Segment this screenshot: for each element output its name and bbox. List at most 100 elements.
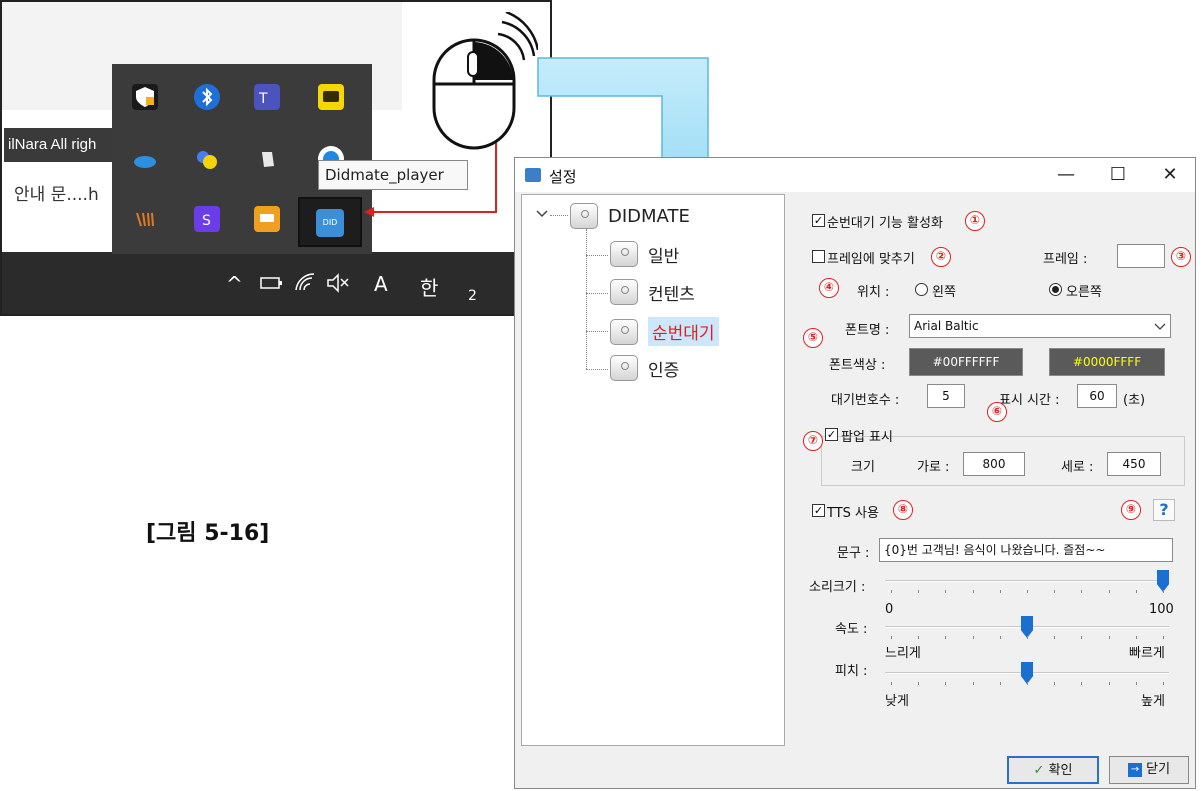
node-icon <box>610 279 638 305</box>
settings-dialog: 설정 — ☐ ✕ DIDMATE 일반 컨텐츠 순번대기 인증 ✓ 순번대기 기… <box>514 157 1196 789</box>
popup-label: 팝업 표시 <box>841 430 893 445</box>
chevron-down-icon <box>1154 323 1166 330</box>
enable-queue-checkbox[interactable]: ✓ <box>812 214 825 227</box>
font-name-select[interactable]: Arial Baltic <box>909 314 1171 338</box>
mouse-right-click-icon <box>432 12 538 150</box>
speed-max-label: 빠르게 <box>1129 646 1165 661</box>
bluetooth-icon[interactable] <box>194 84 220 110</box>
mute-icon[interactable] <box>326 272 352 294</box>
slider-tick <box>1000 590 1001 593</box>
display-time-input[interactable]: 60 <box>1077 384 1117 408</box>
fit-frame-label: 프레임에 맞추기 <box>827 252 915 267</box>
minimize-button[interactable]: — <box>1043 162 1089 188</box>
queue-settings-panel: ✓ 순번대기 기능 활성화 ① 프레임에 맞추기 ② 프레임 : ③ ④ 위치 … <box>791 194 1195 746</box>
title-bar[interactable]: 설정 — ☐ ✕ <box>515 158 1195 192</box>
position-right-radio[interactable] <box>1049 283 1062 296</box>
ime-mode-label[interactable]: A <box>374 272 388 296</box>
slider-tick <box>945 590 946 593</box>
tree-item-label: 컨텐츠 <box>648 284 695 305</box>
wait-count-input[interactable]: 5 <box>927 384 965 408</box>
slider-tick <box>973 590 974 593</box>
volume-min-label: 0 <box>885 602 894 617</box>
slider-tick <box>1054 636 1055 639</box>
frame-input[interactable] <box>1117 244 1165 268</box>
app-icon <box>525 168 541 182</box>
chevron-up-icon[interactable]: ^ <box>226 272 243 296</box>
popup-height-label: 세로 : <box>1061 460 1094 475</box>
wave-icon[interactable] <box>132 206 158 232</box>
slider-tick <box>1136 682 1137 685</box>
tree-item-general[interactable]: 일반 <box>610 241 679 267</box>
popup-height-input[interactable]: 450 <box>1107 452 1161 476</box>
battery-icon[interactable] <box>260 274 284 292</box>
clock-fragment[interactable]: 2 <box>468 288 477 304</box>
volume-thumb[interactable] <box>1157 570 1169 592</box>
fit-frame-checkbox[interactable] <box>812 250 825 263</box>
s-app-icon[interactable]: S <box>194 206 220 232</box>
slider-tick <box>1000 682 1001 685</box>
slider-tick <box>1163 590 1164 593</box>
teams-icon[interactable]: T <box>254 84 280 110</box>
node-icon <box>610 241 638 267</box>
speed-slider[interactable] <box>885 616 1169 646</box>
frame-label: 프레임 : <box>1043 252 1088 267</box>
slider-tick <box>1109 636 1110 639</box>
security-warning-icon[interactable] <box>132 84 158 110</box>
close-button[interactable]: ✕ <box>1147 162 1193 188</box>
pitch-slider[interactable] <box>885 662 1169 692</box>
onedrive-icon[interactable] <box>132 146 158 172</box>
position-left-radio[interactable] <box>915 283 928 296</box>
yellow-dots-icon[interactable] <box>194 146 220 172</box>
slider-tick <box>918 590 919 593</box>
popup-width-input[interactable]: 800 <box>963 452 1025 476</box>
didmate-orange-icon[interactable] <box>254 206 280 232</box>
tree-connector <box>550 215 568 216</box>
evernote-icon[interactable] <box>254 146 280 172</box>
didmate-player-icon: DID <box>316 209 344 237</box>
close-button-label: 닫기 <box>1146 762 1171 777</box>
tree-item-label: 일반 <box>648 246 680 267</box>
volume-label: 소리크기 : <box>809 580 866 595</box>
svg-text:S: S <box>202 213 211 229</box>
speed-thumb[interactable] <box>1021 616 1033 638</box>
pitch-thumb[interactable] <box>1021 662 1033 684</box>
position-left-label: 왼쪽 <box>932 285 956 300</box>
expand-chevron-icon[interactable] <box>536 209 548 219</box>
tree-item-label: 인증 <box>648 360 680 381</box>
wifi-icon[interactable] <box>294 272 318 294</box>
phrase-input[interactable]: {0}번 고객님! 음식이 나왔습니다. 즐점~~ <box>879 538 1173 562</box>
slider-tick <box>973 636 974 639</box>
check-icon: ✓ <box>1033 763 1045 778</box>
tree-item-queue[interactable]: 순번대기 <box>610 317 719 346</box>
maximize-button[interactable]: ☐ <box>1095 162 1141 188</box>
slider-tick <box>918 682 919 685</box>
font-color-button-1[interactable]: #00FFFFFF <box>909 348 1023 376</box>
popup-checkbox[interactable]: ✓ <box>825 428 838 441</box>
slider-tick <box>1081 590 1082 593</box>
tree-item-contents[interactable]: 컨텐츠 <box>610 279 695 305</box>
ok-button[interactable]: ✓ 확인 <box>1007 756 1099 784</box>
volume-slider[interactable] <box>885 570 1169 600</box>
tts-checkbox[interactable]: ✓ <box>812 504 825 517</box>
help-button[interactable]: ? <box>1153 499 1175 521</box>
kakaotalk-icon[interactable] <box>318 84 344 110</box>
didmate-player-tray-icon[interactable]: DID <box>298 197 362 247</box>
tree-item-auth[interactable]: 인증 <box>610 355 679 381</box>
font-name-value: Arial Baltic <box>914 319 979 333</box>
slider-tick <box>1027 682 1028 685</box>
enable-queue-label: 순번대기 기능 활성화 <box>827 216 943 231</box>
slider-tick <box>1163 636 1164 639</box>
volume-track <box>885 580 1169 582</box>
slider-tick <box>1027 590 1028 593</box>
font-color-button-2[interactable]: #0000FFFF <box>1049 348 1165 376</box>
close-dialog-button[interactable]: → 닫기 <box>1109 756 1189 784</box>
slider-tick <box>891 590 892 593</box>
tree-connector <box>586 331 608 332</box>
tree-item-didmate[interactable]: DIDMATE <box>570 203 690 229</box>
slider-tick <box>1027 636 1028 639</box>
tree-item-label: DIDMATE <box>608 205 690 227</box>
annotation-badge-9: ⑨ <box>1121 500 1141 520</box>
slider-tick <box>1163 682 1164 685</box>
phrase-label: 문구 : <box>837 546 870 561</box>
hangul-mode-label[interactable]: 한 <box>420 272 438 301</box>
